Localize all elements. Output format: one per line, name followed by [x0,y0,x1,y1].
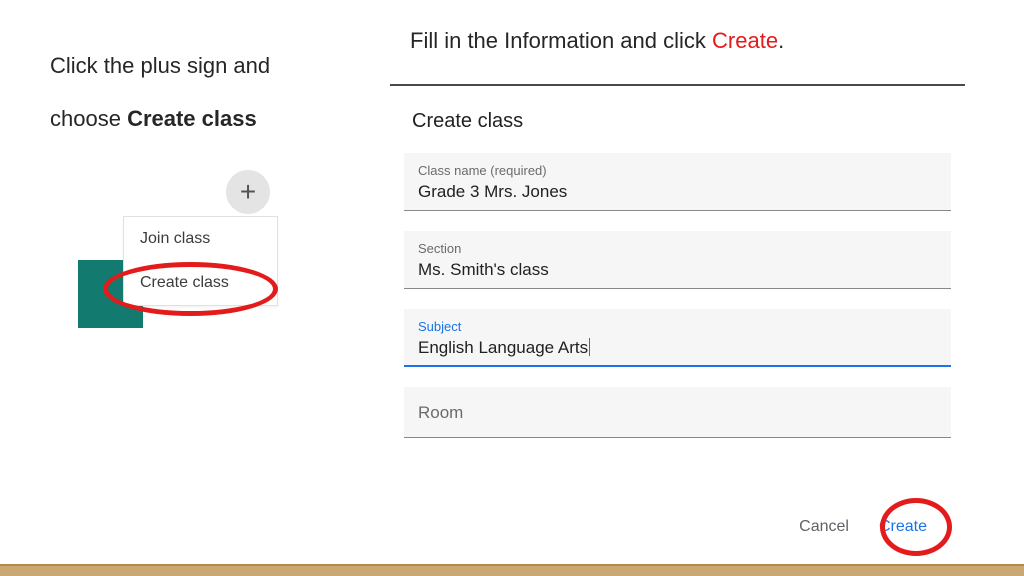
bottom-accent-bar [0,566,1024,576]
create-class-dialog: Create class Class name (required) Grade… [390,84,965,438]
field-subject-label: Subject [418,319,937,334]
field-classname-label: Class name (required) [418,163,937,178]
left-line-1: Click the plus sign and [50,53,270,78]
field-section[interactable]: Section Ms. Smith's class [404,231,951,289]
plus-button[interactable]: + [226,170,270,214]
plus-icon: + [240,178,256,206]
field-subject-value: English Language Arts [418,338,937,358]
left-line-2a: choose [50,106,127,131]
field-section-value: Ms. Smith's class [418,260,937,280]
field-section-label: Section [418,241,937,256]
field-classname-value: Grade 3 Mrs. Jones [418,182,937,202]
right-suffix: . [778,28,784,53]
left-line-2b: Create class [127,106,257,131]
field-subject[interactable]: Subject English Language Arts [404,309,951,367]
left-instruction: Click the plus sign and choose Create cl… [50,40,350,146]
right-prefix: Fill in the Information and click [410,28,712,53]
plus-dropdown: Join class Create class [123,216,278,306]
dialog-actions: Cancel Create [390,510,965,544]
menu-join-class[interactable]: Join class [124,217,277,261]
cancel-button[interactable]: Cancel [795,510,853,544]
dialog-title: Create class [412,110,965,133]
field-room[interactable]: Room [404,387,951,438]
create-button[interactable]: Create [875,510,931,544]
right-create-word: Create [712,28,778,53]
field-classname[interactable]: Class name (required) Grade 3 Mrs. Jones [404,153,951,211]
field-room-label: Room [418,403,937,423]
menu-create-class[interactable]: Create class [124,261,277,305]
plus-menu-block: + Join class Create class [78,170,288,340]
right-instruction: Fill in the Information and click Create… [410,28,784,54]
